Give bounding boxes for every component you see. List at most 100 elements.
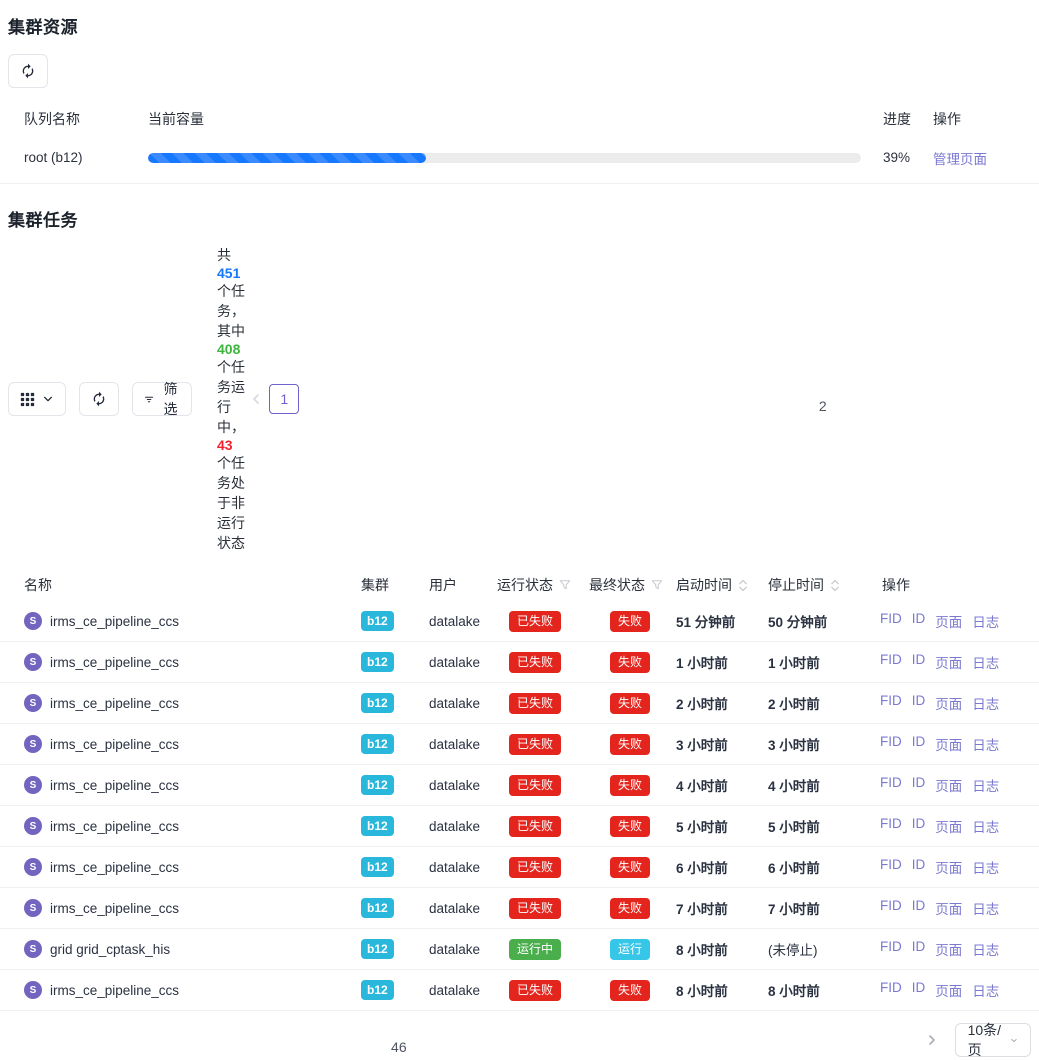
filter-funnel-icon[interactable] [651, 579, 663, 591]
row-actions: FID ID 页面 日志 [880, 857, 1039, 877]
page-link[interactable]: 页面 [935, 816, 962, 836]
stop-time: 4 小时前 [768, 775, 874, 795]
manage-page-link[interactable]: 管理页面 [933, 152, 987, 167]
resources-refresh-button[interactable] [8, 54, 48, 88]
page-link[interactable]: 页面 [935, 734, 962, 754]
col-capacity: 当前容量 [148, 109, 867, 129]
page-link[interactable]: 页面 [935, 939, 962, 959]
page-link[interactable]: 页面 [935, 611, 962, 631]
chevron-left-icon [250, 392, 262, 406]
id-link[interactable]: ID [912, 775, 926, 795]
page-link[interactable]: 页面 [935, 775, 962, 795]
resources-table-header: 队列名称 当前容量 进度 操作 [0, 106, 1039, 132]
cluster-badge: b12 [361, 816, 394, 835]
summary-text: 个任务运行中， [217, 359, 245, 435]
task-name: irms_ce_pipeline_ccs [50, 655, 179, 670]
fid-link[interactable]: FID [880, 775, 902, 795]
fid-link[interactable]: FID [880, 693, 902, 713]
chevron-right-icon [926, 1033, 938, 1047]
cluster-badge: b12 [361, 939, 394, 958]
fid-link[interactable]: FID [880, 939, 902, 959]
table-row: S irms_ce_pipeline_ccs b12 datalake 已失败 … [0, 847, 1039, 888]
log-link[interactable]: 日志 [972, 611, 999, 631]
fid-link[interactable]: FID [880, 611, 902, 631]
id-link[interactable]: ID [912, 693, 926, 713]
chevron-down-icon [1010, 1035, 1018, 1046]
sort-icon[interactable] [738, 579, 748, 592]
page-size-select[interactable]: 10条/页 [955, 1023, 1031, 1057]
row-actions: FID ID 页面 日志 [880, 734, 1039, 754]
fid-link[interactable]: FID [880, 980, 902, 1000]
page-link[interactable]: 页面 [935, 652, 962, 672]
start-time: 4 小时前 [676, 775, 768, 795]
fid-link[interactable]: FID [880, 734, 902, 754]
id-link[interactable]: ID [912, 898, 926, 918]
start-time: 51 分钟前 [676, 611, 768, 631]
log-link[interactable]: 日志 [972, 980, 999, 1000]
filter-funnel-icon[interactable] [559, 579, 571, 591]
id-link[interactable]: ID [912, 652, 926, 672]
stop-time: 1 小时前 [768, 652, 874, 672]
log-link[interactable]: 日志 [972, 693, 999, 713]
capacity-progress-fill [148, 153, 426, 163]
id-link[interactable]: ID [912, 734, 926, 754]
stop-time: 3 小时前 [768, 734, 874, 754]
page-link[interactable]: 页面 [935, 898, 962, 918]
tasks-section-title: 集群任务 [8, 206, 1039, 231]
stop-time: 50 分钟前 [768, 611, 874, 631]
filter-button[interactable]: 筛选 [132, 382, 192, 416]
page-button[interactable]: 1 [269, 384, 299, 414]
fid-link[interactable]: FID [880, 898, 902, 918]
log-link[interactable]: 日志 [972, 734, 999, 754]
log-link[interactable]: 日志 [972, 775, 999, 795]
id-link[interactable]: ID [912, 857, 926, 877]
col-cluster: 集群 [361, 575, 429, 595]
task-name: irms_ce_pipeline_ccs [50, 614, 179, 629]
sort-icon[interactable] [830, 579, 840, 592]
cluster-badge: b12 [361, 857, 394, 876]
tasks-table-body: S irms_ce_pipeline_ccs b12 datalake 已失败 … [0, 601, 1039, 1011]
id-link[interactable]: ID [912, 816, 926, 836]
col-queue-name: 队列名称 [24, 109, 148, 129]
page-link[interactable]: 页面 [935, 693, 962, 713]
col-stop-time: 停止时间 [768, 575, 874, 595]
col-name: 名称 [24, 575, 361, 595]
fid-link[interactable]: FID [880, 816, 902, 836]
page-button[interactable]: 2 [303, 384, 1039, 414]
running-count: 408 [217, 341, 240, 357]
next-page-button[interactable] [921, 1025, 942, 1055]
page-list: 1 2 3 ··· 46 [0, 1025, 919, 1055]
user-name: datalake [429, 778, 497, 793]
queue-name: root (b12) [24, 150, 148, 165]
table-row: S irms_ce_pipeline_ccs b12 datalake 已失败 … [0, 970, 1039, 1011]
start-time: 5 小时前 [676, 816, 768, 836]
task-name: irms_ce_pipeline_ccs [50, 901, 179, 916]
log-link[interactable]: 日志 [972, 857, 999, 877]
log-link[interactable]: 日志 [972, 939, 999, 959]
log-link[interactable]: 日志 [972, 898, 999, 918]
row-actions: FID ID 页面 日志 [880, 611, 1039, 631]
filter-button-label: 筛选 [161, 379, 180, 419]
page-link[interactable]: 页面 [935, 857, 962, 877]
fid-link[interactable]: FID [880, 652, 902, 672]
summary-text: 共 [217, 247, 231, 263]
log-link[interactable]: 日志 [972, 816, 999, 836]
prev-page-button[interactable] [245, 384, 266, 414]
log-link[interactable]: 日志 [972, 652, 999, 672]
stop-time: 2 小时前 [768, 693, 874, 713]
page-link[interactable]: 页面 [935, 980, 962, 1000]
start-time: 6 小时前 [676, 857, 768, 877]
id-link[interactable]: ID [912, 939, 926, 959]
fid-link[interactable]: FID [880, 857, 902, 877]
filter-icon [144, 392, 154, 407]
run-status-badge: 已失败 [509, 775, 561, 796]
cluster-badge: b12 [361, 734, 394, 753]
id-link[interactable]: ID [912, 980, 926, 1000]
tasks-refresh-button[interactable] [79, 382, 119, 416]
page-button[interactable]: 46 [0, 1025, 918, 1055]
id-link[interactable]: ID [912, 611, 926, 631]
cluster-badge: b12 [361, 652, 394, 671]
layout-dropdown-button[interactable] [8, 382, 66, 416]
total-count: 451 [217, 265, 240, 281]
user-name: datalake [429, 819, 497, 834]
